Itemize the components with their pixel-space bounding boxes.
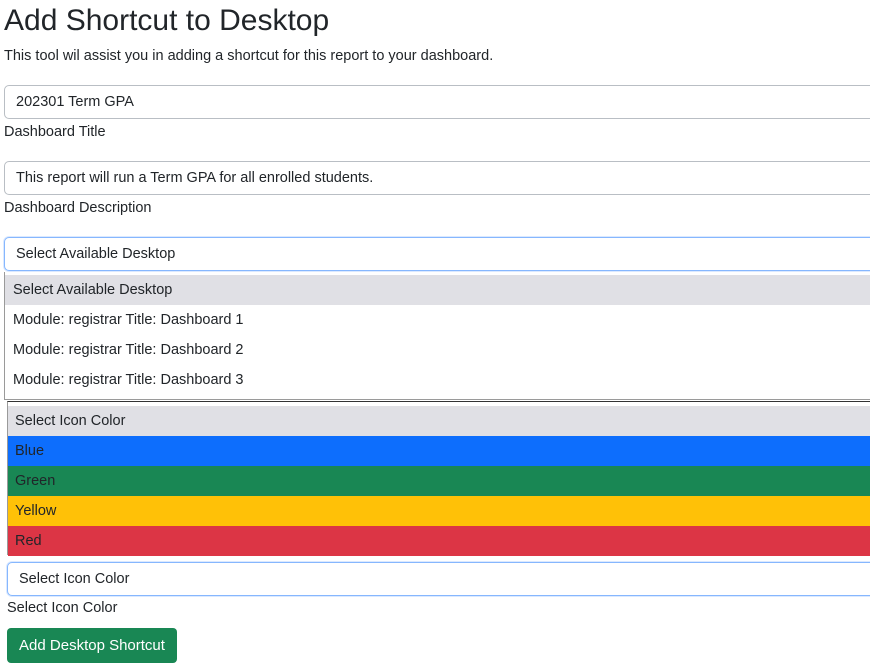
icon-color-select[interactable]: Select Icon Color: [7, 562, 870, 596]
icon-color-option-red[interactable]: Red: [8, 526, 870, 556]
desktop-option[interactable]: Module: registrar Title: Dashboard 3: [5, 365, 870, 395]
desktop-select[interactable]: Select Available Desktop: [4, 237, 870, 271]
add-shortcut-page: Add Shortcut to Desktop This tool wil as…: [0, 0, 870, 668]
page-subtitle: This tool wil assist you in adding a sho…: [4, 48, 494, 64]
dashboard-description-input[interactable]: This report will run a Term GPA for all …: [4, 161, 870, 195]
add-desktop-shortcut-button[interactable]: Add Desktop Shortcut: [7, 628, 177, 663]
icon-color-label: Select Icon Color: [7, 600, 118, 616]
desktop-option[interactable]: Module: registrar Title: Dashboard 2: [5, 335, 870, 365]
dashboard-description-label: Dashboard Description: [4, 200, 152, 216]
desktop-select-dropdown: Select Available Desktop Module: registr…: [4, 272, 870, 400]
desktop-option[interactable]: Select Available Desktop: [5, 275, 870, 305]
icon-color-option-yellow[interactable]: Yellow: [8, 496, 870, 526]
icon-color-option-blue[interactable]: Blue: [8, 436, 870, 466]
icon-color-option-placeholder[interactable]: Select Icon Color: [8, 406, 870, 436]
desktop-option[interactable]: Module: registrar Title: Dashboard 1: [5, 305, 870, 335]
dashboard-title-label: Dashboard Title: [4, 124, 106, 140]
dashboard-title-input[interactable]: 202301 Term GPA: [4, 85, 870, 119]
page-title: Add Shortcut to Desktop: [4, 4, 330, 37]
icon-color-option-green[interactable]: Green: [8, 466, 870, 496]
icon-color-options: Select Icon Color Blue Green Yellow Red: [7, 401, 870, 556]
